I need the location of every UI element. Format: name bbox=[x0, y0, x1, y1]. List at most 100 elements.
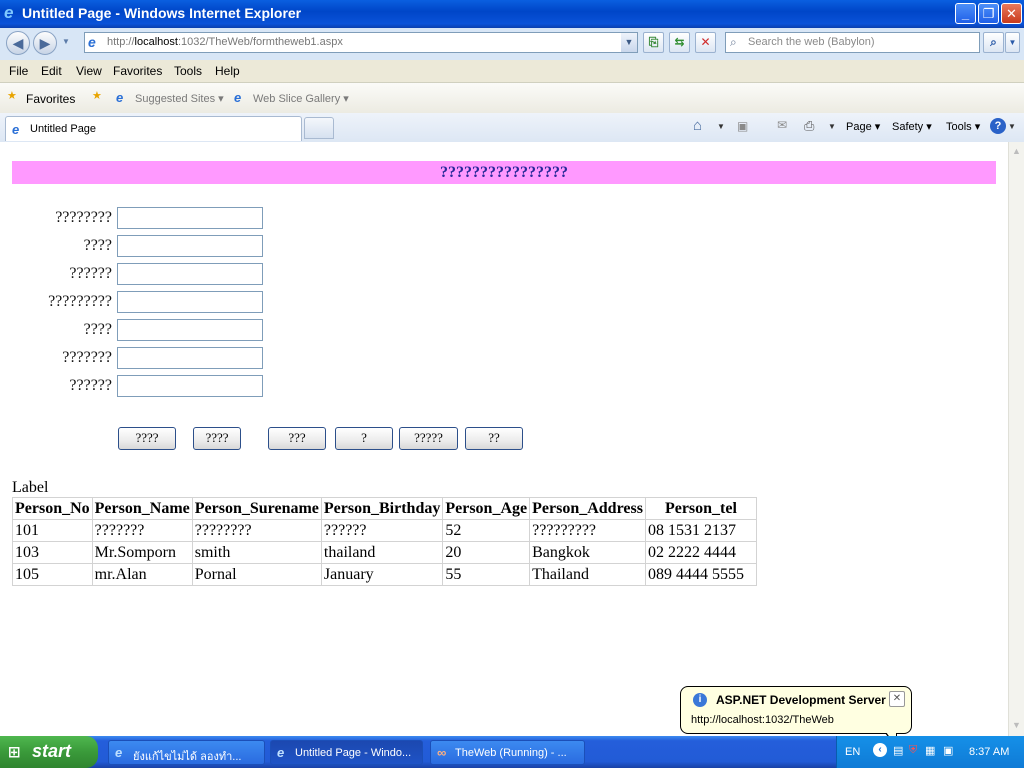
search-placeholder: Search the web (Babylon) bbox=[748, 36, 875, 48]
new-tab-button[interactable] bbox=[304, 117, 334, 139]
column-header-person-tel: Person_tel bbox=[644, 497, 757, 520]
action-button-3[interactable]: ??? bbox=[268, 427, 326, 450]
field-input-1[interactable] bbox=[117, 207, 263, 229]
action-button-4[interactable]: ? bbox=[335, 427, 393, 450]
restore-button[interactable]: ❐ bbox=[978, 3, 999, 24]
tab-untitled-page[interactable]: e Untitled Page bbox=[5, 116, 302, 141]
table-cell: 20 bbox=[442, 541, 531, 564]
table-cell: 02 2222 4444 bbox=[644, 541, 757, 564]
page-menu[interactable]: Page ▾ bbox=[846, 120, 880, 133]
home-dropdown-icon[interactable]: ▼ bbox=[717, 122, 725, 131]
field-input-5[interactable] bbox=[117, 319, 263, 341]
scroll-up-icon[interactable]: ▲ bbox=[1011, 146, 1022, 158]
search-icon: ⌕ bbox=[990, 35, 997, 49]
balloon-close-icon[interactable]: ✕ bbox=[889, 691, 905, 707]
action-button-6[interactable]: ?? bbox=[465, 427, 523, 450]
table-cell: Pornal bbox=[191, 563, 322, 586]
menu-file[interactable]: File bbox=[9, 64, 28, 78]
search-options-button[interactable]: ▼ bbox=[1005, 32, 1020, 53]
address-url[interactable]: http://localhost:1032/TheWeb/formtheweb1… bbox=[107, 36, 343, 48]
stop-button[interactable]: ✕ bbox=[695, 32, 716, 53]
menu-favorites[interactable]: Favorites bbox=[113, 64, 162, 78]
favorites-button[interactable]: Favorites bbox=[26, 92, 75, 106]
action-button-2[interactable]: ???? bbox=[193, 427, 241, 450]
server-tray-icon[interactable]: ▤ bbox=[893, 744, 903, 757]
menu-view[interactable]: View bbox=[76, 64, 102, 78]
search-button[interactable]: ⌕ bbox=[983, 32, 1004, 53]
back-arrow-icon: ◀ bbox=[12, 35, 24, 51]
table-cell: Mr.Somporn bbox=[91, 541, 193, 564]
info-icon: i bbox=[693, 693, 707, 707]
balloon-url: http://localhost:1032/TheWeb bbox=[691, 714, 834, 726]
forward-arrow-icon: ▶ bbox=[39, 35, 51, 51]
compatibility-view-button[interactable]: ⎘ bbox=[643, 32, 664, 53]
recent-pages-dropdown-icon[interactable]: ▼ bbox=[62, 37, 70, 46]
back-button[interactable]: ◀ bbox=[6, 31, 30, 55]
print-dropdown-icon[interactable]: ▼ bbox=[828, 122, 836, 131]
stop-icon: ✕ bbox=[700, 35, 711, 49]
security-shield-icon[interactable]: ⛨ bbox=[909, 744, 917, 757]
suggested-sites-link[interactable]: Suggested Sites ▾ bbox=[135, 92, 224, 105]
field-input-4[interactable] bbox=[117, 291, 263, 313]
menu-edit[interactable]: Edit bbox=[41, 64, 62, 78]
language-indicator[interactable]: EN bbox=[845, 746, 860, 758]
web-slice-gallery-link[interactable]: Web Slice Gallery ▾ bbox=[253, 92, 349, 105]
add-favorites-icon[interactable]: ★ bbox=[92, 89, 102, 102]
clock: 8:37 AM bbox=[969, 746, 1010, 758]
help-icon[interactable]: ? bbox=[990, 118, 1006, 134]
network-icon[interactable]: ▦ bbox=[925, 744, 935, 757]
column-header-person-name: Person_Name bbox=[91, 497, 193, 520]
field-label-2: ???? bbox=[83, 237, 112, 254]
system-tray: EN ‹ ▤ ⛨ ▦ ▣ 8:37 AM bbox=[836, 736, 1024, 768]
balloon-title: ASP.NET Development Server bbox=[716, 693, 886, 707]
windows-logo-icon: ⊞ bbox=[8, 744, 21, 761]
table-row: 103 Mr.Somporn smith thailand 20 Bangkok… bbox=[12, 541, 757, 564]
address-bar[interactable]: e http://localhost:1032/TheWeb/formthewe… bbox=[84, 32, 638, 53]
mail-icon[interactable]: ✉ bbox=[777, 118, 787, 132]
tools-menu[interactable]: Tools ▾ bbox=[946, 120, 980, 133]
taskbar-item-label: Untitled Page - Windo... bbox=[295, 747, 412, 759]
field-input-2[interactable] bbox=[117, 235, 263, 257]
table-cell: 105 bbox=[12, 563, 93, 586]
vertical-scrollbar[interactable]: ▲ ▼ bbox=[1008, 142, 1024, 736]
table-cell: 089 4444 5555 bbox=[644, 563, 757, 586]
notification-balloon[interactable]: i ASP.NET Development Server ✕ http://lo… bbox=[680, 686, 912, 749]
ie-icon: e bbox=[4, 3, 14, 22]
taskbar-item-1[interactable]: e ยังแก้ไขไม่ได้ ลองทำ... bbox=[108, 740, 265, 765]
close-button[interactable]: ✕ bbox=[1001, 3, 1022, 24]
table-cell: smith bbox=[191, 541, 322, 564]
field-input-7[interactable] bbox=[117, 375, 263, 397]
monitor-icon[interactable]: ▣ bbox=[943, 744, 953, 757]
action-button-5[interactable]: ????? bbox=[399, 427, 458, 450]
print-icon[interactable]: ⎙ bbox=[804, 118, 814, 134]
feeds-icon[interactable]: ▣ bbox=[737, 119, 748, 133]
taskbar-item-label: TheWeb (Running) - ... bbox=[455, 747, 567, 759]
table-cell: thailand bbox=[320, 541, 444, 564]
menu-bar: File Edit View Favorites Tools Help bbox=[0, 60, 1024, 83]
table-cell: ????????? bbox=[529, 519, 646, 542]
favorites-star-icon[interactable]: ★ bbox=[7, 89, 17, 102]
menu-help[interactable]: Help bbox=[215, 64, 240, 78]
forward-button[interactable]: ▶ bbox=[33, 31, 57, 55]
field-label-5: ???? bbox=[83, 321, 112, 338]
help-dropdown-icon[interactable]: ▼ bbox=[1008, 122, 1016, 131]
safety-menu[interactable]: Safety ▾ bbox=[892, 120, 932, 133]
start-button[interactable]: ⊞ start bbox=[0, 736, 98, 768]
refresh-button[interactable]: ⇆ bbox=[669, 32, 690, 53]
menu-tools[interactable]: Tools bbox=[174, 64, 202, 78]
table-cell: 52 bbox=[442, 519, 531, 542]
table-cell: 08 1531 2137 bbox=[644, 519, 757, 542]
field-input-3[interactable] bbox=[117, 263, 263, 285]
search-input[interactable]: ⌕ Search the web (Babylon) bbox=[725, 32, 980, 53]
table-cell: Bangkok bbox=[529, 541, 646, 564]
taskbar-item-3[interactable]: ∞ TheWeb (Running) - ... bbox=[430, 740, 585, 765]
taskbar-item-2[interactable]: e Untitled Page - Windo... bbox=[270, 740, 423, 765]
action-button-1[interactable]: ???? bbox=[118, 427, 176, 450]
scroll-down-icon[interactable]: ▼ bbox=[1011, 720, 1022, 732]
minimize-button[interactable]: _ bbox=[955, 3, 976, 24]
column-header-person-birthday: Person_Birthday bbox=[320, 497, 444, 520]
address-dropdown-icon[interactable]: ▼ bbox=[621, 33, 637, 52]
field-input-6[interactable] bbox=[117, 347, 263, 369]
home-icon[interactable]: ⌂ bbox=[693, 117, 702, 134]
show-hidden-icons-icon[interactable]: ‹ bbox=[873, 743, 887, 757]
